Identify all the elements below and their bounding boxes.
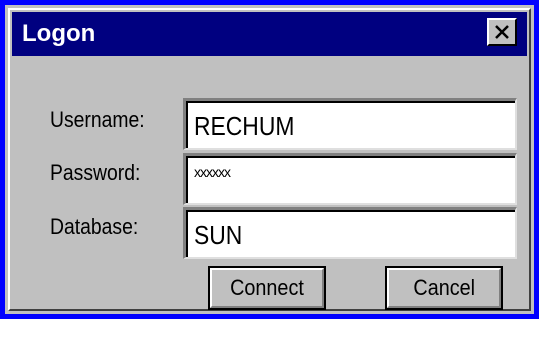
close-x-icon bbox=[495, 25, 509, 39]
database-label: Database: bbox=[50, 214, 139, 239]
connect-label: Connect bbox=[230, 275, 304, 300]
username-value: RECHUM bbox=[194, 111, 295, 141]
database-value: SUN bbox=[194, 220, 243, 250]
username-label: Username: bbox=[50, 107, 145, 132]
username-field[interactable]: RECHUM bbox=[183, 98, 517, 150]
password-value: xxxxxx bbox=[194, 164, 231, 180]
logon-dialog: Logon Username: RECHUM Password: xxxxxx … bbox=[8, 8, 531, 311]
title-bar[interactable]: Logon bbox=[12, 12, 527, 56]
password-label: Password: bbox=[50, 160, 141, 185]
cancel-label: Cancel bbox=[413, 275, 475, 300]
connect-button[interactable]: Connect bbox=[208, 266, 326, 310]
cancel-button[interactable]: Cancel bbox=[385, 266, 503, 310]
close-button[interactable] bbox=[487, 18, 517, 46]
screenshot-frame: Logon Username: RECHUM Password: xxxxxx … bbox=[0, 0, 539, 319]
password-field[interactable]: xxxxxx bbox=[183, 153, 517, 205]
database-field[interactable]: SUN bbox=[183, 207, 517, 259]
dialog-title: Logon bbox=[22, 20, 96, 47]
